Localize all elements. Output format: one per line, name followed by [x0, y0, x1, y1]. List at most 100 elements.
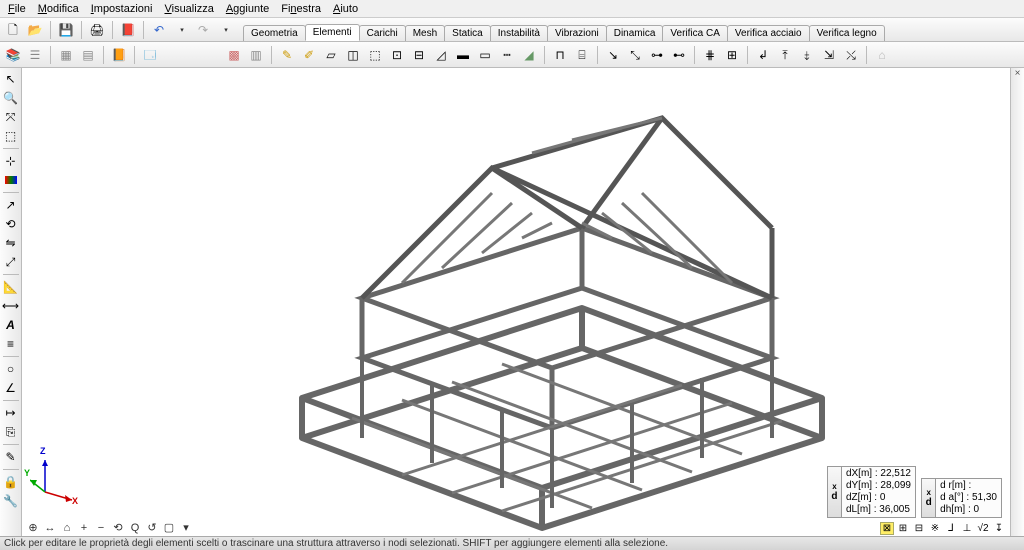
opening2-button[interactable]: ⊟ — [409, 45, 429, 65]
select-button[interactable]: ↖ — [2, 70, 20, 88]
tab-vibrazioni[interactable]: Vibrazioni — [547, 25, 607, 41]
menu-aiuto[interactable]: Aiuto — [327, 2, 364, 16]
close-view-button[interactable]: × — [1011, 68, 1024, 79]
link2-button[interactable]: ⤡ — [625, 45, 645, 65]
support3-button[interactable]: ┉ — [497, 45, 517, 65]
view-dropdown-button[interactable]: ▾ — [179, 521, 193, 534]
right-scrollbar[interactable]: × — [1010, 68, 1024, 536]
snap7-button[interactable]: √2 — [976, 523, 990, 534]
print-button[interactable]: 🖨 — [87, 20, 107, 40]
move-button[interactable]: ↗ — [2, 196, 20, 214]
domain-button[interactable]: ◫ — [343, 45, 363, 65]
ref2-button[interactable]: ⤒ — [775, 45, 795, 65]
tab-mesh[interactable]: Mesh — [405, 25, 445, 41]
release-button[interactable]: ⊶ — [647, 45, 667, 65]
coords-close[interactable]: x — [926, 488, 930, 497]
home-button[interactable]: ⌂ — [872, 45, 892, 65]
model-viewport[interactable]: Z X Y ⊕ ↔ ⌂ + − ⟲ Q ↺ ▢ ▾ xd dX[m] : 22,… — [22, 68, 1010, 536]
support-button[interactable]: ▬ — [453, 45, 473, 65]
snap2-button[interactable]: ⊞ — [896, 523, 910, 534]
snap5-button[interactable]: ⅃ — [944, 523, 958, 534]
view-rotate-button[interactable]: ⟲ — [111, 521, 125, 534]
hole-button[interactable]: ⬚ — [365, 45, 385, 65]
draw-line2-button[interactable]: ✐ — [299, 45, 319, 65]
table1-button[interactable]: ▦ — [56, 45, 76, 65]
workplane-button[interactable]: ⬚ — [2, 127, 20, 145]
view-zoomout-button[interactable]: − — [94, 522, 108, 534]
redo-button[interactable]: ↷ — [193, 20, 213, 40]
menu-modifica[interactable]: Modifica — [32, 2, 85, 16]
view-window-button[interactable]: ▢ — [162, 521, 176, 534]
link-button[interactable]: ↘ — [603, 45, 623, 65]
tab-dinamica[interactable]: Dinamica — [606, 25, 664, 41]
view-q-button[interactable]: Q — [128, 522, 142, 534]
snap6-button[interactable]: ⊥ — [960, 523, 974, 534]
dist-button[interactable]: ↦ — [2, 404, 20, 422]
report-button[interactable]: 🗔 — [140, 45, 160, 65]
snap8-button[interactable]: ↧ — [992, 523, 1006, 534]
settings-button[interactable]: 🔧 — [2, 492, 20, 510]
coords-button[interactable]: ⊹ — [2, 152, 20, 170]
tab-verifica-ca[interactable]: Verifica CA — [662, 25, 727, 41]
tab-verifica-acciaio[interactable]: Verifica acciaio — [727, 25, 810, 41]
menu-impostazioni[interactable]: Impostazioni — [85, 2, 159, 16]
tab-instabilita[interactable]: Instabilità — [490, 25, 548, 41]
frame2-button[interactable]: ⌸ — [572, 45, 592, 65]
scale-button[interactable]: ⤢ — [2, 253, 20, 271]
coords-close[interactable]: x — [832, 482, 836, 491]
save-button[interactable]: 💾 — [56, 20, 76, 40]
grid2-button[interactable]: ⊞ — [722, 45, 742, 65]
view-zoomin-button[interactable]: + — [77, 522, 91, 534]
frame-button[interactable]: ⊓ — [550, 45, 570, 65]
grid1-button[interactable]: ⋕ — [700, 45, 720, 65]
opening-button[interactable]: ⊡ — [387, 45, 407, 65]
snap3-button[interactable]: ⊟ — [912, 523, 926, 534]
text-button[interactable]: A — [2, 316, 20, 334]
dimension-button[interactable]: ⟷ — [2, 297, 20, 315]
break-button[interactable]: ○ — [2, 360, 20, 378]
ref3-button[interactable]: ⤈ — [797, 45, 817, 65]
menu-visualizza[interactable]: Visualizza — [158, 2, 219, 16]
snap1-button[interactable]: ⊠ — [880, 522, 894, 535]
align-button[interactable]: ≡ — [2, 335, 20, 353]
draw-line-button[interactable]: ✎ — [277, 45, 297, 65]
library-button[interactable]: 📙 — [109, 45, 129, 65]
new-file-button[interactable]: 🗋 — [3, 20, 23, 40]
ref4-button[interactable]: ⇲ — [819, 45, 839, 65]
undo-button[interactable]: ↶ — [149, 20, 169, 40]
tab-carichi[interactable]: Carichi — [359, 25, 406, 41]
tab-geometria[interactable]: Geometria — [243, 25, 306, 41]
menu-file[interactable]: FFileile — [2, 2, 32, 16]
snap4-button[interactable]: ※ — [928, 523, 942, 534]
lock-button[interactable]: 🔒 — [2, 473, 20, 491]
tab-elementi[interactable]: Elementi — [305, 24, 360, 41]
material-button[interactable]: ▩ — [224, 45, 244, 65]
measure-button[interactable]: 📐 — [2, 278, 20, 296]
view-pan-button[interactable]: ↔ — [43, 522, 57, 534]
intersect-button[interactable]: ∠ — [2, 379, 20, 397]
view-home-button[interactable]: ⌂ — [60, 522, 74, 534]
release2-button[interactable]: ⊷ — [669, 45, 689, 65]
section-button[interactable]: ▥ — [246, 45, 266, 65]
ref1-button[interactable]: ↲ — [753, 45, 773, 65]
view-orbit-button[interactable]: ↺ — [145, 521, 159, 534]
tab-statica[interactable]: Statica — [444, 25, 491, 41]
colors-button[interactable] — [2, 171, 20, 189]
ref5-button[interactable]: ⤯ — [841, 45, 861, 65]
redo-dropdown[interactable] — [215, 20, 235, 40]
rotate-button[interactable]: ⟲ — [2, 215, 20, 233]
pdf-button[interactable]: 📕 — [118, 20, 138, 40]
rect-button[interactable]: ▱ — [321, 45, 341, 65]
support2-button[interactable]: ▭ — [475, 45, 495, 65]
menu-finestra[interactable]: Finestra — [275, 2, 327, 16]
pen-button[interactable]: ✎ — [2, 448, 20, 466]
menu-aggiunte[interactable]: Aggiunte — [220, 2, 275, 16]
undo-dropdown[interactable] — [171, 20, 191, 40]
view-fit-button[interactable]: ⊕ — [26, 521, 40, 534]
copy-button[interactable]: ⎘ — [2, 423, 20, 441]
table2-button[interactable]: ▤ — [78, 45, 98, 65]
tab-verifica-legno[interactable]: Verifica legno — [809, 25, 885, 41]
mirror-button[interactable]: ⇋ — [2, 234, 20, 252]
edge-button[interactable]: ◢ — [519, 45, 539, 65]
diagonal-button[interactable]: ◿ — [431, 45, 451, 65]
